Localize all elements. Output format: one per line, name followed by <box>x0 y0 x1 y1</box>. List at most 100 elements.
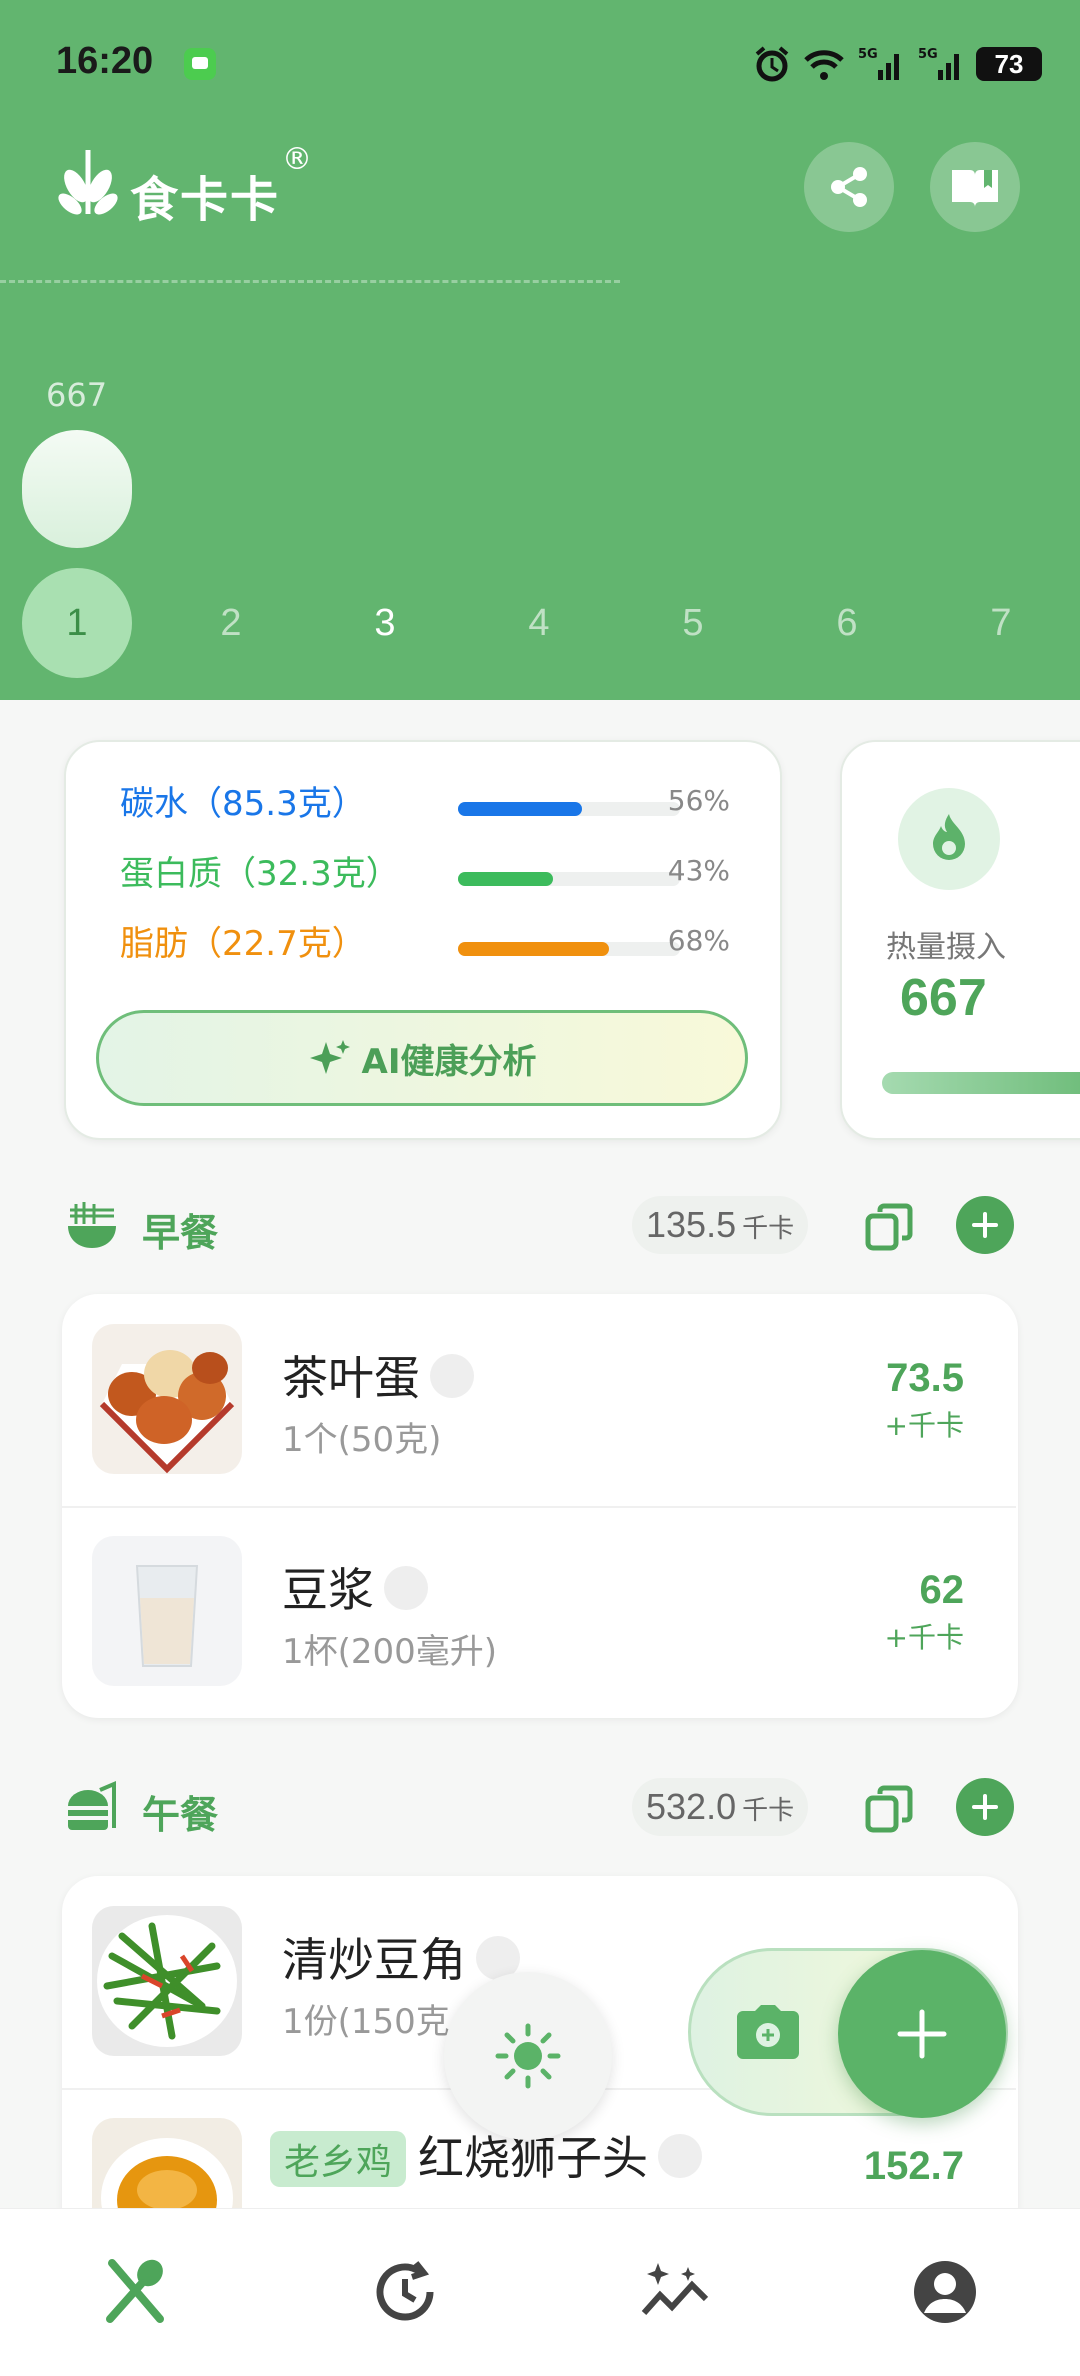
share-icon <box>831 167 867 207</box>
copy-icon[interactable] <box>864 1784 914 1834</box>
food-kcal: 62 <box>919 1568 965 1612</box>
nutrient-progress-fill <box>458 802 583 816</box>
nutrition-card: 碳水（85.3克） 56% 蛋白质（32.3克） 43% 脂肪（22.7克） 68% AI… <box>64 740 782 1140</box>
status-time: 16:20 <box>56 40 154 82</box>
add-food-button[interactable] <box>838 1950 1006 2118</box>
breakfast-title: 早餐 <box>142 1211 219 1255</box>
food-kcal-unit: +千卡 <box>884 1621 964 1654</box>
nav-trends-icon[interactable] <box>640 2257 710 2327</box>
nutrient-row: 碳水（85.3克） 56% <box>120 776 730 824</box>
tea-egg-image <box>92 1324 242 1474</box>
day-selector-1[interactable]: 1 <box>22 568 132 678</box>
nav-profile-icon[interactable] <box>910 2257 980 2327</box>
food-kcal: 73.5 <box>886 1356 964 1400</box>
brand-tag: 老乡鸡 <box>270 2131 407 2187</box>
wheat-logo-icon <box>58 150 118 215</box>
guide-button[interactable] <box>930 142 1020 232</box>
calorie-value: 667 <box>900 969 987 1027</box>
add-breakfast-button[interactable] <box>956 1196 1014 1254</box>
breakfast-kcal-badge: 135.5 千卡 <box>632 1196 809 1254</box>
lunch-kcal-value: 532.0 <box>646 1786 737 1827</box>
verified-badge-icon <box>384 1565 428 1610</box>
breakfast-header: 早餐 135.5 千卡 <box>64 1192 1014 1262</box>
app-logo: 食卡卡 ® <box>56 142 312 228</box>
food-name: 茶叶蛋 <box>282 1342 474 1408</box>
calorie-label: 热量摄入 <box>886 930 1006 965</box>
status-icons: 5G 5G 73 <box>752 42 1042 86</box>
verified-badge-icon <box>430 1353 474 1398</box>
nutrient-percent: 43% <box>667 854 730 887</box>
lunch-kcal-unit: 千卡 <box>742 1796 795 1826</box>
copy-icon[interactable] <box>864 1202 914 1252</box>
chart-reference-line <box>0 280 620 283</box>
food-kcal-unit: +千卡 <box>884 1409 964 1442</box>
day-selector-4[interactable]: 4 <box>484 568 594 678</box>
lunch-header: 午餐 532.0 千卡 <box>64 1774 1014 1844</box>
nutrient-label: 蛋白质（32.3克） <box>120 854 400 894</box>
food-name: 豆浆 <box>282 1554 428 1620</box>
ai-analysis-button[interactable]: AI健康分析 <box>96 1010 748 1106</box>
header: 16:20 5G 5G 73 食卡卡 ® 667 1234567 <box>0 0 1080 700</box>
sun-icon <box>495 2023 561 2089</box>
sparkle-icon <box>309 1040 350 1074</box>
food-item-tea-egg[interactable]: 茶叶蛋 1个(50克) 73.5 +千卡 <box>62 1294 1016 1506</box>
battery-icon: 73 <box>976 47 1042 81</box>
food-name: 老乡鸡 红烧狮子头 <box>270 2122 703 2188</box>
day-selector-2[interactable]: 2 <box>176 568 286 678</box>
breakfast-kcal-value: 135.5 <box>646 1204 737 1245</box>
flame-icon <box>933 814 965 860</box>
calorie-card[interactable]: 热量摄入 667 <box>840 740 1080 1140</box>
wifi-icon <box>804 50 844 80</box>
nutrient-progress-track <box>458 872 680 886</box>
registered-mark: ® <box>282 142 313 177</box>
green-beans-image <box>92 1906 242 2056</box>
calorie-progress-bar <box>882 1072 1080 1094</box>
breakfast-kcal-unit: 千卡 <box>742 1214 795 1244</box>
soy-milk-image <box>92 1536 242 1686</box>
verified-badge-icon <box>658 2133 703 2178</box>
lunch-kcal-badge: 532.0 千卡 <box>632 1778 809 1836</box>
nutrient-row: 脂肪（22.7克） 68% <box>120 916 730 964</box>
share-button[interactable] <box>804 142 894 232</box>
svg-text:5G: 5G <box>858 47 878 62</box>
day-selector-3[interactable]: 3 <box>330 568 440 678</box>
message-notification-icon <box>184 48 216 80</box>
food-serving: 1份(150克 <box>282 2002 450 2042</box>
status-bar: 16:20 5G 5G 73 <box>0 30 1080 100</box>
bar-value-label: 667 <box>46 376 108 414</box>
alarm-icon <box>755 46 789 82</box>
chart-bar-day-1[interactable] <box>22 430 132 548</box>
plus-icon <box>897 2009 947 2059</box>
burger-icon <box>68 1780 116 1830</box>
nutrient-progress-fill <box>458 942 609 956</box>
camera-icon <box>737 2005 799 2059</box>
nutrient-percent: 56% <box>667 784 730 817</box>
bottom-nav <box>0 2208 1080 2376</box>
app-name: 食卡卡 <box>130 172 281 228</box>
nutrient-label: 碳水（85.3克） <box>120 784 366 824</box>
nutrient-row: 蛋白质（32.3克） 43% <box>120 846 730 894</box>
nav-food-icon[interactable] <box>100 2257 170 2327</box>
book-icon <box>952 170 998 207</box>
signal-5g-icon: 5G <box>858 47 899 80</box>
noodle-bowl-icon <box>68 1202 116 1248</box>
nutrient-progress-track <box>458 942 680 956</box>
day-selector-6[interactable]: 6 <box>792 568 902 678</box>
food-name: 清炒豆角 <box>282 1924 520 1990</box>
theme-toggle-button[interactable] <box>444 1972 612 2140</box>
food-serving: 1个(50克) <box>282 1420 442 1460</box>
nutrient-label: 脂肪（22.7克） <box>120 924 366 964</box>
food-serving: 1杯(200毫升) <box>282 1632 498 1672</box>
nav-history-icon[interactable] <box>370 2257 440 2327</box>
lunch-title: 午餐 <box>142 1793 219 1837</box>
food-kcal: 152.7 <box>863 2144 964 2188</box>
calorie-icon-bg <box>898 788 1000 890</box>
add-lunch-button[interactable] <box>956 1778 1014 1836</box>
day-selector-5[interactable]: 5 <box>638 568 748 678</box>
breakfast-list: 茶叶蛋 1个(50克) 73.5 +千卡 豆浆 1杯(200毫升) 62 +千卡 <box>62 1294 1018 1718</box>
day-selector-7[interactable]: 7 <box>946 568 1056 678</box>
food-item-soy-milk[interactable]: 豆浆 1杯(200毫升) 62 +千卡 <box>62 1506 1016 1718</box>
svg-text:5G: 5G <box>918 47 938 62</box>
ai-analysis-label: AI健康分析 <box>361 1041 537 1082</box>
nutrient-progress-track <box>458 802 680 816</box>
